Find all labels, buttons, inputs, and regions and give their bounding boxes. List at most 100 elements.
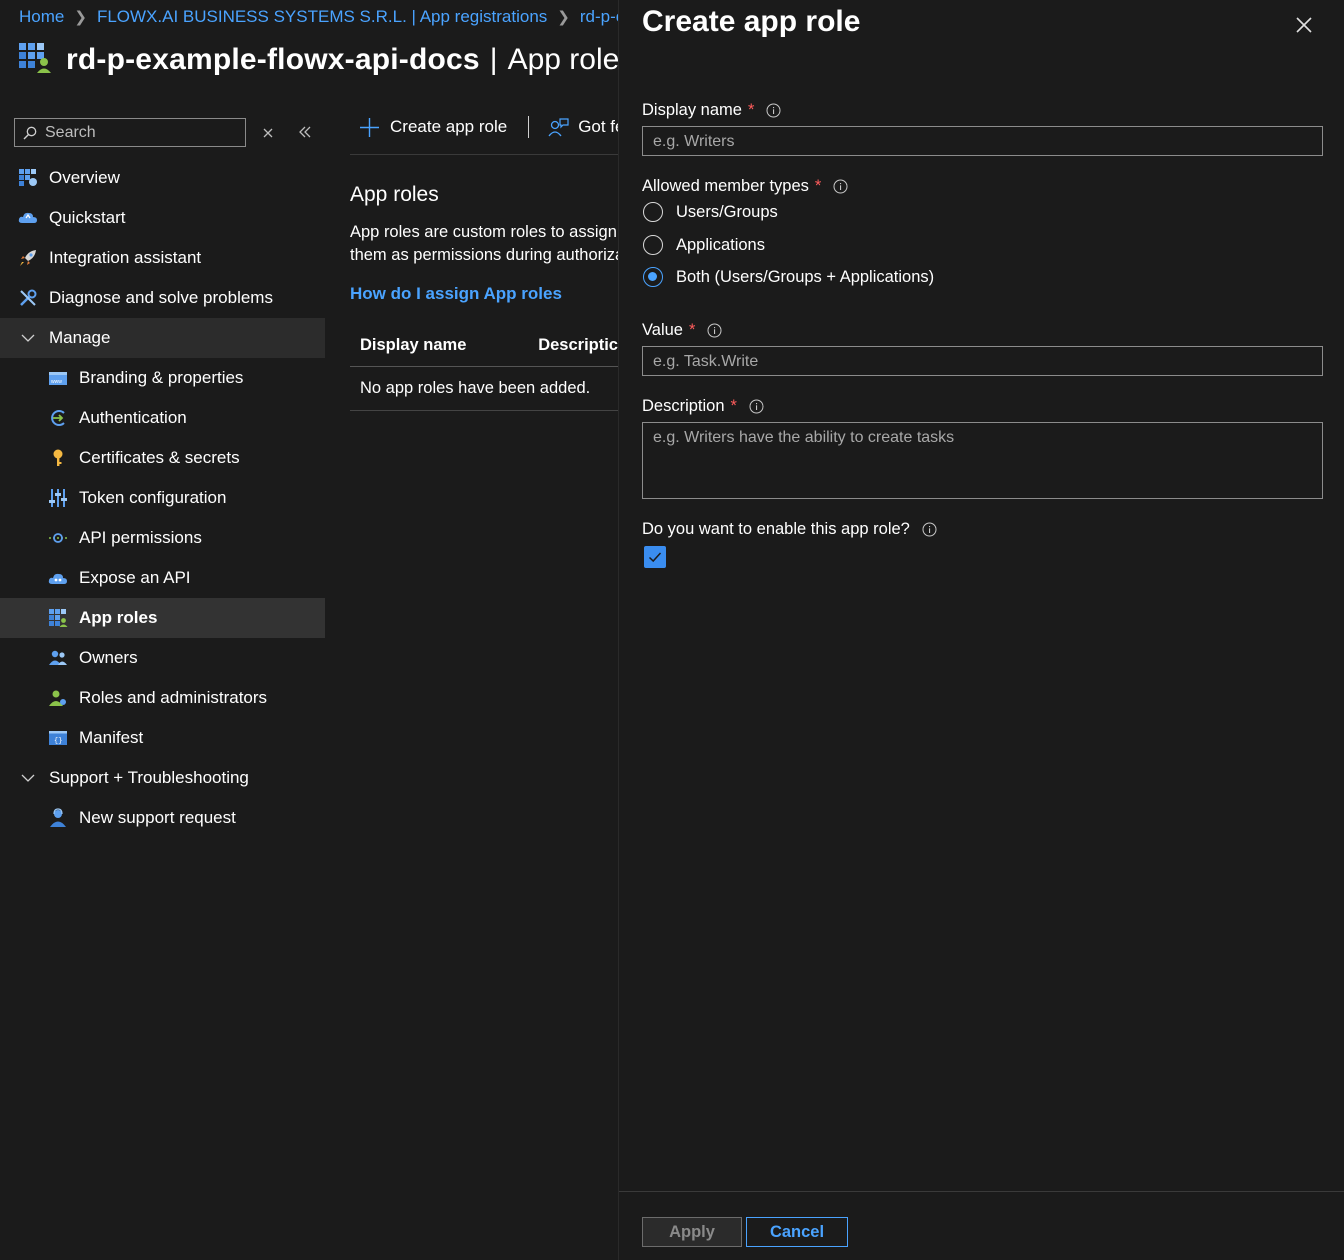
- authentication-arrow-icon: [48, 408, 68, 428]
- sidebar-item-branding[interactable]: www Branding & properties: [0, 358, 325, 398]
- enable-checkbox[interactable]: [644, 546, 666, 568]
- chevron-down-icon: [18, 768, 38, 788]
- sidebar-item-roles-admins[interactable]: Roles and administrators: [0, 678, 325, 718]
- description-field[interactable]: [642, 422, 1323, 499]
- sidebar-item-label: Integration assistant: [49, 248, 202, 267]
- radio-users-groups[interactable]: Users/Groups: [643, 202, 778, 222]
- command-bar: Create app role Got fe: [350, 116, 618, 138]
- page-subtitle: App roles: [507, 42, 618, 76]
- breadcrumb-app[interactable]: rd-p-exar: [580, 7, 618, 27]
- rocket-icon: [18, 248, 38, 268]
- app-registration-blade: Home ❯ FLOWX.AI BUSINESS SYSTEMS S.R.L. …: [0, 0, 618, 1260]
- search-box[interactable]: [14, 118, 246, 147]
- panel-title: Create app role: [642, 5, 861, 38]
- sidebar-item-label: Overview: [49, 168, 120, 187]
- member-types-label: Allowed member types: [642, 177, 809, 195]
- section-description-line: App roles are custom roles to assign: [350, 223, 617, 241]
- admin-person-icon: [48, 688, 68, 708]
- create-app-role-label: Create app role: [390, 117, 508, 136]
- display-name-label: Display name: [642, 101, 742, 119]
- description-textarea[interactable]: [643, 423, 1322, 498]
- assign-app-roles-link[interactable]: How do I assign App roles: [350, 284, 562, 304]
- radio-applications[interactable]: Applications: [643, 235, 765, 255]
- sliders-icon: [48, 488, 68, 508]
- www-icon: www: [48, 368, 68, 388]
- create-app-role-panel: Create app role Display name * Allowed m…: [618, 0, 1344, 1260]
- sidebar-item-diagnose[interactable]: Diagnose and solve problems: [0, 278, 325, 318]
- search-input[interactable]: [43, 122, 237, 143]
- required-asterisk: *: [688, 321, 696, 339]
- feedback-label: Got fe: [578, 117, 618, 136]
- chevron-down-icon: [18, 328, 38, 348]
- sidebar-item-integration-assistant[interactable]: Integration assistant: [0, 238, 325, 278]
- close-icon[interactable]: [1292, 13, 1316, 37]
- sidebar-item-certificates[interactable]: Certificates & secrets: [0, 438, 325, 478]
- cloud-api-icon: [48, 568, 68, 588]
- page-title: rd-p-example-flowx-api-docs: [66, 42, 480, 76]
- breadcrumb: Home ❯ FLOWX.AI BUSINESS SYSTEMS S.R.L. …: [19, 7, 618, 27]
- member-types-label-row: Allowed member types *: [642, 177, 848, 196]
- value-label: Value: [642, 321, 683, 339]
- display-name-input[interactable]: [643, 127, 1322, 157]
- breadcrumb-app-registrations[interactable]: FLOWX.AI BUSINESS SYSTEMS S.R.L. | App r…: [97, 7, 547, 27]
- api-permissions-icon: [48, 528, 68, 548]
- apply-button[interactable]: Apply: [642, 1217, 742, 1247]
- info-icon[interactable]: [833, 179, 848, 194]
- collapse-menu-icon[interactable]: [298, 125, 312, 144]
- sidebar-item-label: Certificates & secrets: [79, 448, 240, 467]
- sidebar-item-quickstart[interactable]: Quickstart: [0, 198, 325, 238]
- sidebar-item-expose-api[interactable]: Expose an API: [0, 558, 325, 598]
- cloud-quickstart-icon: [18, 208, 38, 228]
- section-description: App roles are custom roles to assign the…: [350, 221, 618, 267]
- display-name-field[interactable]: [642, 126, 1323, 157]
- info-icon[interactable]: [749, 399, 764, 414]
- chevron-right-icon: ❯: [557, 9, 570, 26]
- table-header: Display name Descriptic: [350, 324, 618, 367]
- page-header: rd-p-example-flowx-api-docs | App roles: [18, 40, 618, 79]
- sidebar-item-manifest[interactable]: {} Manifest: [0, 718, 325, 758]
- sidebar-item-app-roles[interactable]: App roles: [0, 598, 325, 638]
- sidebar-item-api-permissions[interactable]: API permissions: [0, 518, 325, 558]
- sidebar-item-token-config[interactable]: Token configuration: [0, 478, 325, 518]
- display-name-label-row: Display name *: [642, 101, 781, 120]
- info-icon[interactable]: [766, 103, 781, 118]
- checkmark-icon: [648, 552, 662, 563]
- sidebar-item-label: Manage: [49, 328, 111, 347]
- sidebar-item-label: New support request: [79, 808, 236, 827]
- cancel-button[interactable]: Cancel: [746, 1217, 848, 1247]
- app-roles-grid-icon: [48, 608, 68, 628]
- clear-search-icon[interactable]: [262, 126, 274, 144]
- radio-button-selected[interactable]: [643, 267, 663, 287]
- feedback-button[interactable]: Got fe: [548, 117, 618, 138]
- radio-button[interactable]: [643, 202, 663, 222]
- people-icon: [48, 648, 68, 668]
- sidebar-item-new-support[interactable]: New support request: [0, 798, 325, 838]
- sidebar-item-overview[interactable]: Overview: [0, 158, 325, 198]
- sidebar-item-label: Quickstart: [49, 208, 126, 227]
- radio-label: Applications: [676, 235, 765, 254]
- enable-label-row: Do you want to enable this app role?: [642, 520, 937, 539]
- sidebar-item-authentication[interactable]: Authentication: [0, 398, 325, 438]
- required-asterisk: *: [814, 177, 822, 195]
- radio-both[interactable]: Both (Users/Groups + Applications): [643, 267, 934, 287]
- toolbar-divider-line: [350, 154, 618, 155]
- sidebar-item-owners[interactable]: Owners: [0, 638, 325, 678]
- column-display-name[interactable]: Display name: [360, 336, 538, 355]
- sidebar-item-label: App roles: [79, 608, 158, 627]
- sidebar-group-manage[interactable]: Manage: [0, 318, 325, 358]
- value-input[interactable]: [643, 347, 1322, 377]
- info-icon[interactable]: [922, 522, 937, 537]
- value-label-row: Value *: [642, 321, 722, 340]
- key-icon: [48, 448, 68, 468]
- info-icon[interactable]: [707, 323, 722, 338]
- sidebar-item-label: Branding & properties: [79, 368, 244, 387]
- sidebar-group-support[interactable]: Support + Troubleshooting: [0, 758, 325, 798]
- breadcrumb-home[interactable]: Home: [19, 7, 64, 27]
- create-app-role-button[interactable]: Create app role: [350, 117, 507, 138]
- column-description[interactable]: Descriptic: [538, 336, 618, 355]
- section-description-line: them as permissions during authoriza: [350, 246, 618, 264]
- plus-icon: [359, 117, 380, 138]
- radio-button[interactable]: [643, 235, 663, 255]
- sidebar-item-label: Diagnose and solve problems: [49, 288, 273, 307]
- value-field[interactable]: [642, 346, 1323, 377]
